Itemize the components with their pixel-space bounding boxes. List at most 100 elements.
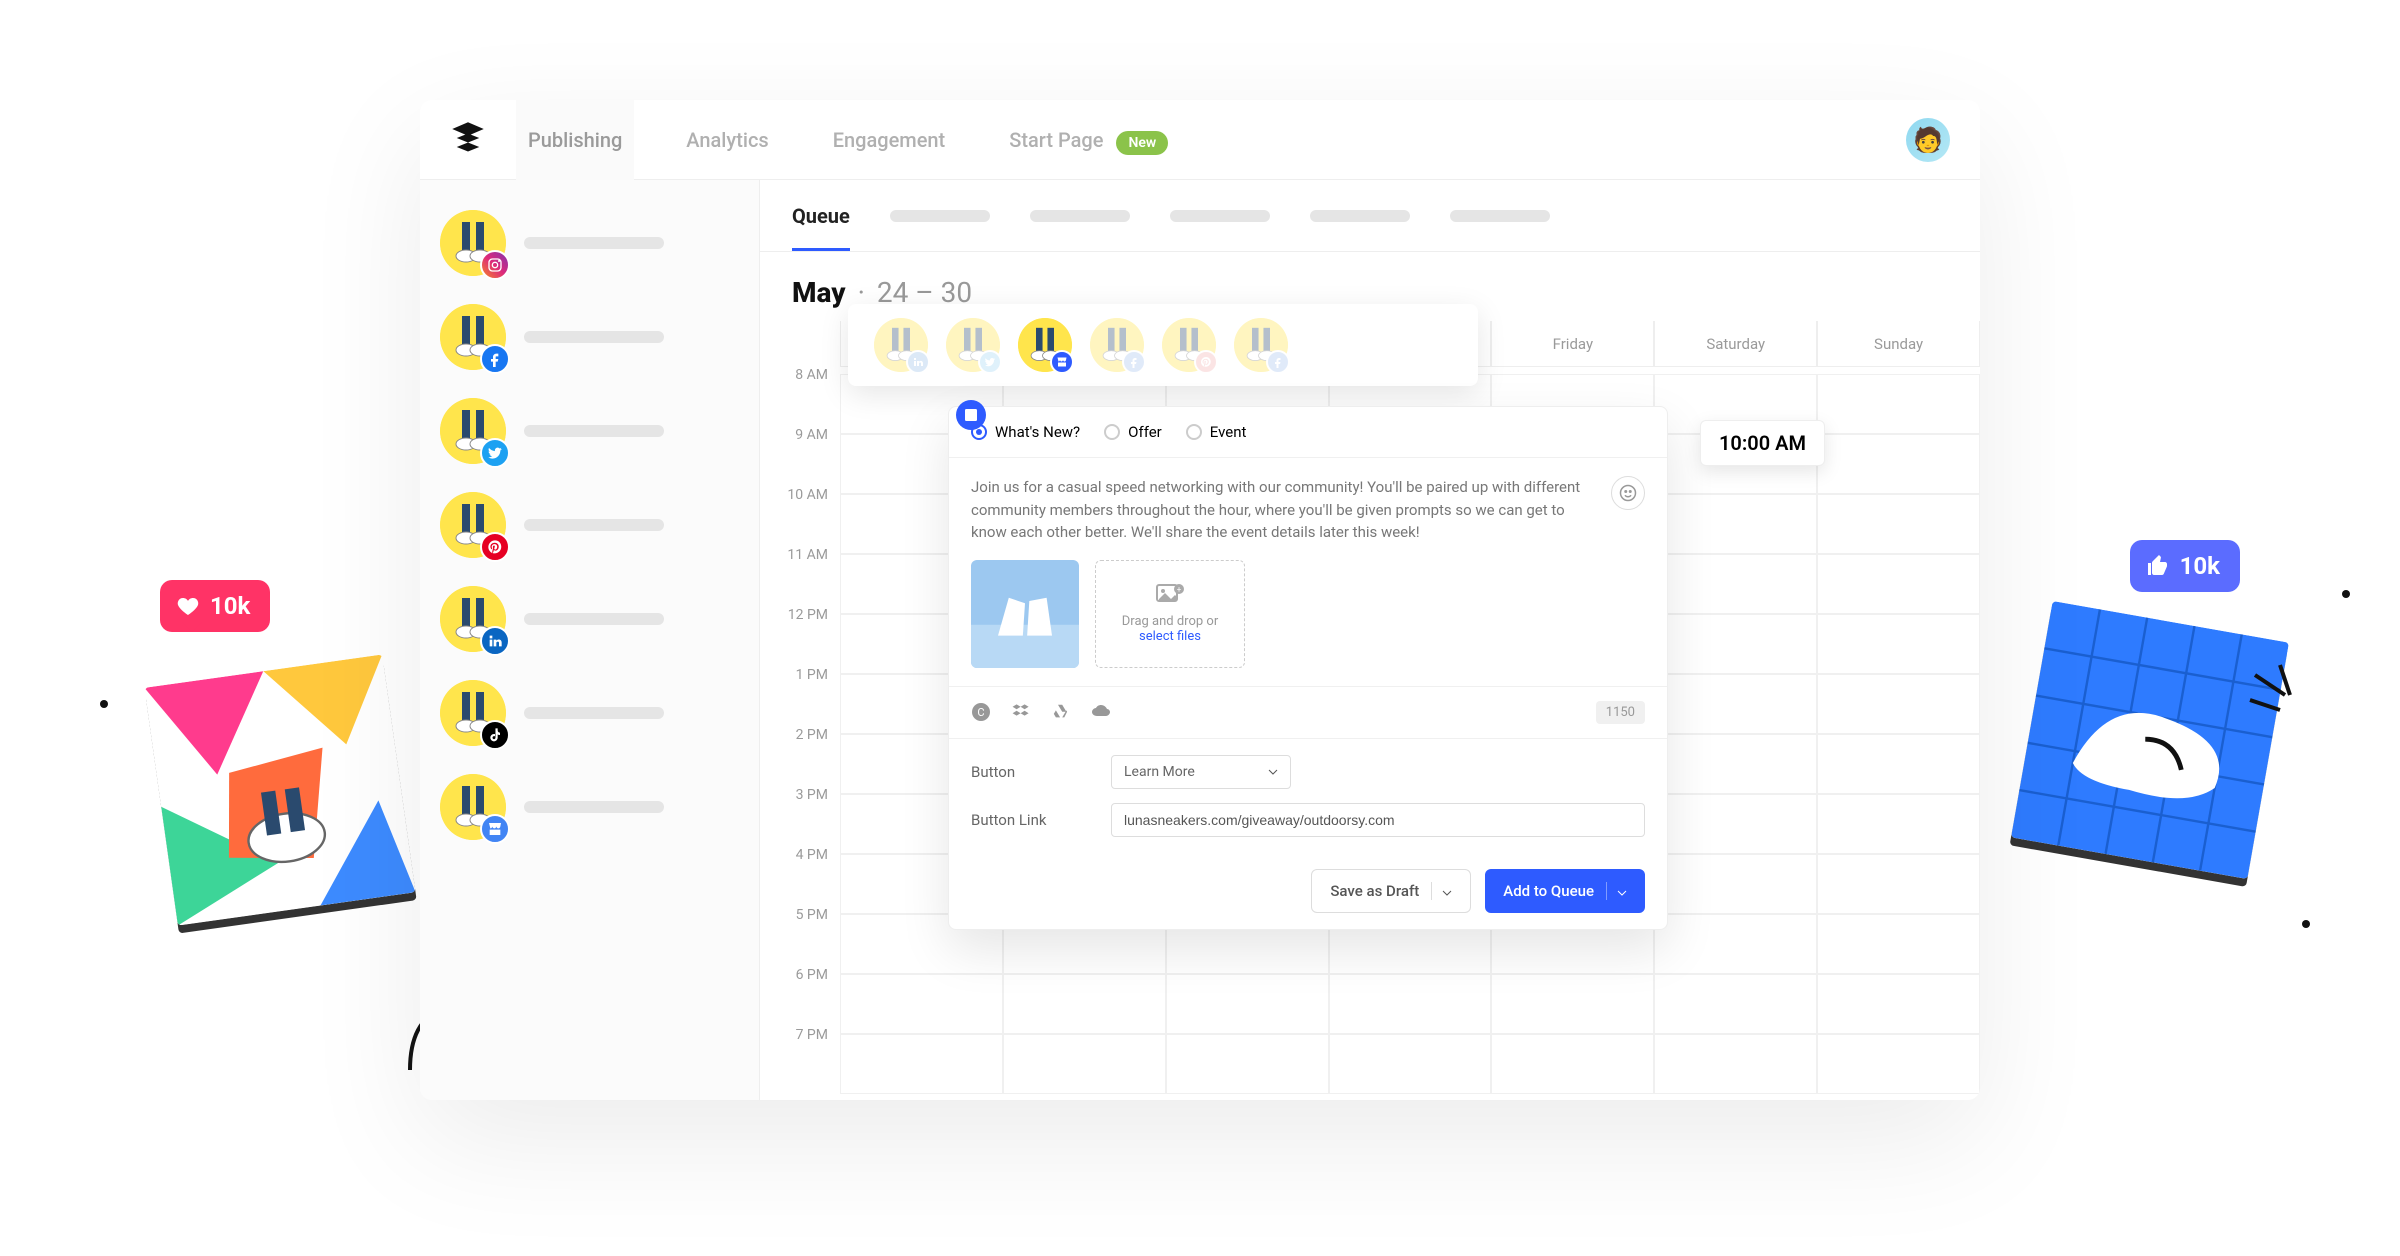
calendar-cell[interactable] [1817,374,1980,434]
user-avatar[interactable]: 🧑 [1906,118,1950,162]
nav-publishing[interactable]: Publishing [516,100,634,180]
subtab-placeholder[interactable] [1030,210,1130,222]
calendar-cell[interactable] [1329,974,1492,1034]
nav-startpage-label: Start Page [1009,128,1103,152]
app-window: Publishing Analytics Engagement Start Pa… [420,100,1980,1100]
picker-google-business[interactable] [1018,318,1072,372]
nav-analytics[interactable]: Analytics [674,100,780,180]
post-type-whatsnew[interactable]: What's New? [971,423,1080,441]
calendar-cell[interactable] [1654,914,1817,974]
weekday-head: Sunday [1817,321,1980,367]
scheduled-time-badge[interactable]: 10:00 AM [1700,420,1825,466]
nav-startpage[interactable]: Start Page New [997,100,1180,180]
dropbox-icon[interactable] [1011,702,1031,722]
channel-name-placeholder [524,425,664,437]
calendar-cell[interactable] [1817,734,1980,794]
save-draft-dropdown[interactable] [1431,882,1452,900]
calendar-cell[interactable] [1654,974,1817,1034]
twitter-icon [978,350,1002,374]
calendar-cell[interactable] [1817,614,1980,674]
calendar-cell[interactable] [1003,1034,1166,1094]
subtab-placeholder[interactable] [1170,210,1270,222]
picker-pinterest[interactable] [1162,318,1216,372]
calendar-cell[interactable] [1817,494,1980,554]
calendar-cell[interactable] [1817,794,1980,854]
calendar-cell[interactable] [1817,914,1980,974]
channel-row-google-business[interactable] [440,774,739,840]
decorative-dot [2342,590,2350,598]
calendar-cell[interactable] [840,1034,1003,1094]
onedrive-icon[interactable] [1091,702,1111,722]
linkedin-icon [906,350,930,374]
calendar-cell[interactable] [1654,1034,1817,1094]
post-type-offer[interactable]: Offer [1104,423,1162,441]
add-queue-dropdown[interactable] [1606,882,1627,900]
calendar-cell[interactable] [1817,554,1980,614]
button-link-input[interactable] [1111,803,1645,837]
picker-facebook[interactable] [1234,318,1288,372]
radio-icon [971,424,987,440]
likes-bubble-right: 10k [2130,540,2240,592]
calendar-cell[interactable] [1817,674,1980,734]
gdrive-icon[interactable] [1051,702,1071,722]
emoji-picker-button[interactable] [1611,476,1645,510]
buffer-logo-icon[interactable] [450,120,486,160]
channels-sidebar [420,180,760,1100]
time-slot: 10 AM [760,487,840,547]
picker-twitter[interactable] [946,318,1000,372]
calendar-cell[interactable] [1817,1034,1980,1094]
cta-value: Learn More [1124,764,1195,780]
calendar-cell[interactable] [1654,494,1817,554]
channel-name-placeholder [524,519,664,531]
time-slot: 11 AM [760,547,840,607]
calendar-cell[interactable] [840,974,1003,1034]
calendar-cell[interactable] [1003,974,1166,1034]
calendar-cell[interactable] [1654,794,1817,854]
time-slot: 9 AM [760,427,840,487]
nav-engagement[interactable]: Engagement [821,100,958,180]
calendar-cell[interactable] [1491,1034,1654,1094]
decorative-sparkle [2240,660,2320,740]
calendar-cell[interactable] [1654,734,1817,794]
canva-icon[interactable]: C [971,702,991,722]
cta-button-select[interactable]: Learn More [1111,755,1291,789]
post-text[interactable]: Join us for a casual speed networking wi… [971,476,1645,544]
channel-row-facebook[interactable] [440,304,739,370]
attached-media-thumb[interactable] [971,560,1079,668]
channel-row-pinterest[interactable] [440,492,739,558]
channel-row-twitter[interactable] [440,398,739,464]
calendar-cell[interactable] [1654,854,1817,914]
channel-row-tiktok[interactable] [440,680,739,746]
add-to-queue-button[interactable]: Add to Queue [1485,869,1645,913]
dropzone-link[interactable]: select files [1139,629,1201,644]
time-slot: 6 PM [760,967,840,1027]
calendar-cell[interactable] [1654,554,1817,614]
thumbs-count: 10k [2180,552,2220,580]
calendar-cell[interactable] [1817,854,1980,914]
channel-row-instagram[interactable] [440,210,739,276]
facebook-icon [1122,350,1146,374]
calendar-cell[interactable] [1166,974,1329,1034]
post-type-event[interactable]: Event [1186,423,1247,441]
decorative-dot [100,700,108,708]
header: Publishing Analytics Engagement Start Pa… [420,100,1980,180]
linkedin-icon [480,626,510,656]
picker-facebook[interactable] [1090,318,1144,372]
calendar-cell[interactable] [1817,974,1980,1034]
calendar-cell[interactable] [1329,1034,1492,1094]
channel-row-linkedin[interactable] [440,586,739,652]
calendar-cell[interactable] [1166,1034,1329,1094]
calendar-cell[interactable] [1654,614,1817,674]
link-field-label: Button Link [971,811,1091,829]
subtab-placeholder[interactable] [890,210,990,222]
save-draft-button[interactable]: Save as Draft [1311,869,1471,913]
picker-linkedin[interactable] [874,318,928,372]
calendar-cell[interactable] [1654,674,1817,734]
subtab-placeholder[interactable] [1450,210,1550,222]
media-dropzone[interactable]: + Drag and drop orselect files [1095,560,1245,668]
char-counter: 1150 [1596,701,1645,724]
calendar-cell[interactable] [1817,434,1980,494]
subtab-placeholder[interactable] [1310,210,1410,222]
subtab-queue[interactable]: Queue [792,180,850,251]
calendar-cell[interactable] [1491,974,1654,1034]
